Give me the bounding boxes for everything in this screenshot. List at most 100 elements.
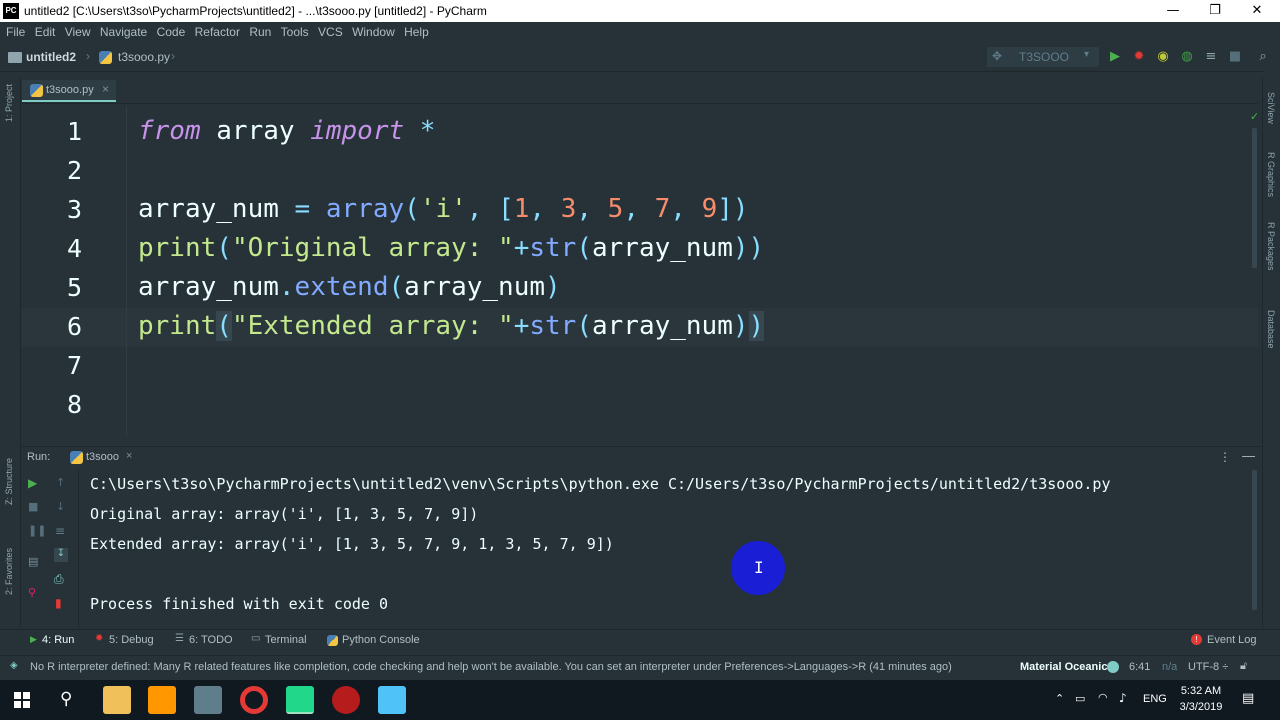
file-encoding[interactable]: UTF-8 ÷ [1188,661,1228,673]
run-panel-header: Run: t3sooo × ⋮ — [22,447,1262,469]
console-scrollbar[interactable] [1252,470,1257,610]
tool-tab-debug[interactable]: 5: Debug [109,634,154,646]
hide-panel-icon[interactable]: — [1242,448,1255,463]
coverage-icon[interactable]: ◉ [1154,48,1172,66]
layout-icon[interactable]: ▤ [28,555,38,568]
number-literal: 1 [513,194,530,224]
tool-tab-terminal[interactable]: Terminal [265,634,307,646]
operator: + [513,233,530,263]
menu-file[interactable]: File [6,22,25,42]
battery-icon[interactable]: ▭ [1075,692,1085,705]
keyword: from [138,116,201,146]
line-separator[interactable]: n/a [1162,661,1177,673]
close-tab-icon[interactable]: × [102,82,109,96]
stop-icon[interactable]: ■ [1226,48,1244,66]
database-tool-button[interactable]: Database [1266,310,1276,349]
run-tab-label[interactable]: t3sooo [86,451,119,463]
number-literal: 9 [701,194,718,224]
tool-tab-todo[interactable]: 6: TODO [189,634,233,646]
line-number: 2 [66,156,82,185]
builtin-call: print [138,233,217,263]
menu-window[interactable]: Window [352,22,395,42]
r-packages-tool-button[interactable]: R Packages [1266,222,1276,271]
line-number: 6 [66,312,82,341]
punct: , [670,194,702,224]
favorites-tool-button[interactable]: 2: Favorites [4,548,14,595]
menu-edit[interactable]: Edit [35,22,56,42]
sublime-text-icon[interactable] [148,686,176,714]
menu-help[interactable]: Help [404,22,429,42]
soft-wrap-icon[interactable]: ≡ [55,524,65,538]
more-options-icon[interactable]: ⋮ [1219,450,1231,464]
menu-vcs[interactable]: VCS [318,22,343,42]
module-name: array [200,116,311,146]
r-graphics-tool-button[interactable]: R Graphics [1266,152,1276,197]
clock-date[interactable]: 3/3/2019 [1178,701,1224,713]
file-explorer-icon[interactable] [103,686,131,714]
wifi-icon[interactable]: ◠ [1098,691,1108,704]
volume-icon[interactable]: ♪ [1119,691,1127,705]
number-literal: 3 [560,194,577,224]
arrow-up-icon[interactable]: ↑ [56,476,65,489]
clock-time[interactable]: 5:32 AM [1180,685,1222,697]
close-run-tab-icon[interactable]: × [126,450,132,462]
status-message[interactable]: No R interpreter defined: Many R related… [30,661,952,673]
paren: ( [404,194,420,224]
print-icon[interactable]: ⎙ [54,572,64,587]
maximize-button[interactable]: ❐ [1192,0,1238,22]
menu-navigate[interactable]: Navigate [100,22,147,42]
stop-run-icon[interactable]: ■ [28,500,38,513]
language-indicator[interactable]: ENG [1143,693,1167,705]
structure-tool-button[interactable]: Z: Structure [4,458,14,505]
search-everywhere-icon[interactable]: ⌕ [1254,48,1272,66]
search-icon[interactable]: ⚲ [60,689,72,709]
bottom-tool-tabs: ▶ 4: Run ✹ 5: Debug ☰ 6: TODO ▭ Terminal… [0,629,1280,652]
chevron-up-icon[interactable]: ⌃ [1055,692,1064,705]
pin-icon[interactable]: ⚲ [28,586,36,599]
code-area: 1 2 3 4 5 6 7 8 from array import * arra… [22,112,1258,432]
tool-tab-python-console[interactable]: Python Console [342,634,420,646]
chevron-right-icon: › [86,49,90,63]
breadcrumb-project[interactable]: untitled2 [26,50,76,64]
builtin-call: print [138,311,217,341]
tool-tab-run[interactable]: 4: Run [42,634,74,646]
tool-tab-event-log[interactable]: Event Log [1207,634,1257,646]
menu-view[interactable]: View [65,22,91,42]
run-configuration-select[interactable]: ✥ T3SOOO ▾ [987,47,1099,67]
pause-icon[interactable]: ❚❚ [28,524,46,537]
error-icon: ! [1191,634,1202,645]
chevron-right-icon: › [171,49,175,63]
operator: * [404,116,436,146]
menu-run[interactable]: Run [249,22,271,42]
profile-icon[interactable]: ◍ [1178,48,1196,66]
concurrency-icon[interactable]: ≡ [1202,48,1220,66]
arrow-down-icon[interactable]: ↓ [56,500,65,513]
rerun-icon[interactable]: ▶ [28,476,37,490]
identifier: array_num [404,272,546,302]
lock-icon[interactable]: 🔓︎ [1240,660,1247,673]
app-window-icon[interactable] [194,686,222,714]
line-number: 7 [66,351,82,380]
project-tool-button[interactable]: 1: Project [4,84,14,122]
debug-icon[interactable]: ✹ [1130,48,1148,66]
menu-refactor[interactable]: Refactor [195,22,240,42]
trash-icon[interactable]: ▮ [55,596,62,610]
menu-tools[interactable]: Tools [281,22,309,42]
recorder-icon[interactable] [332,686,360,714]
editor-tab[interactable]: t3sooo.py × [22,80,116,102]
opera-browser-icon[interactable] [240,686,268,714]
sciview-tool-button[interactable]: SciView [1266,92,1276,124]
minimize-button[interactable]: — [1150,0,1196,22]
theme-indicator[interactable]: Material Oceanic [1020,661,1107,673]
caret-position[interactable]: 6:41 [1129,661,1150,673]
pycharm-taskbar-icon[interactable] [286,686,314,714]
menu-code[interactable]: Code [157,22,186,42]
scroll-to-end-icon[interactable]: ↧ [54,548,68,562]
windows-start-icon[interactable] [14,692,30,708]
app-icon[interactable] [378,686,406,714]
folder-icon [8,52,22,63]
close-window-button[interactable]: ✕ [1234,0,1280,22]
notifications-icon[interactable]: ▤ [1242,691,1254,706]
breadcrumb-file[interactable]: t3sooo.py [118,50,170,64]
run-icon[interactable]: ▶ [1106,48,1124,66]
